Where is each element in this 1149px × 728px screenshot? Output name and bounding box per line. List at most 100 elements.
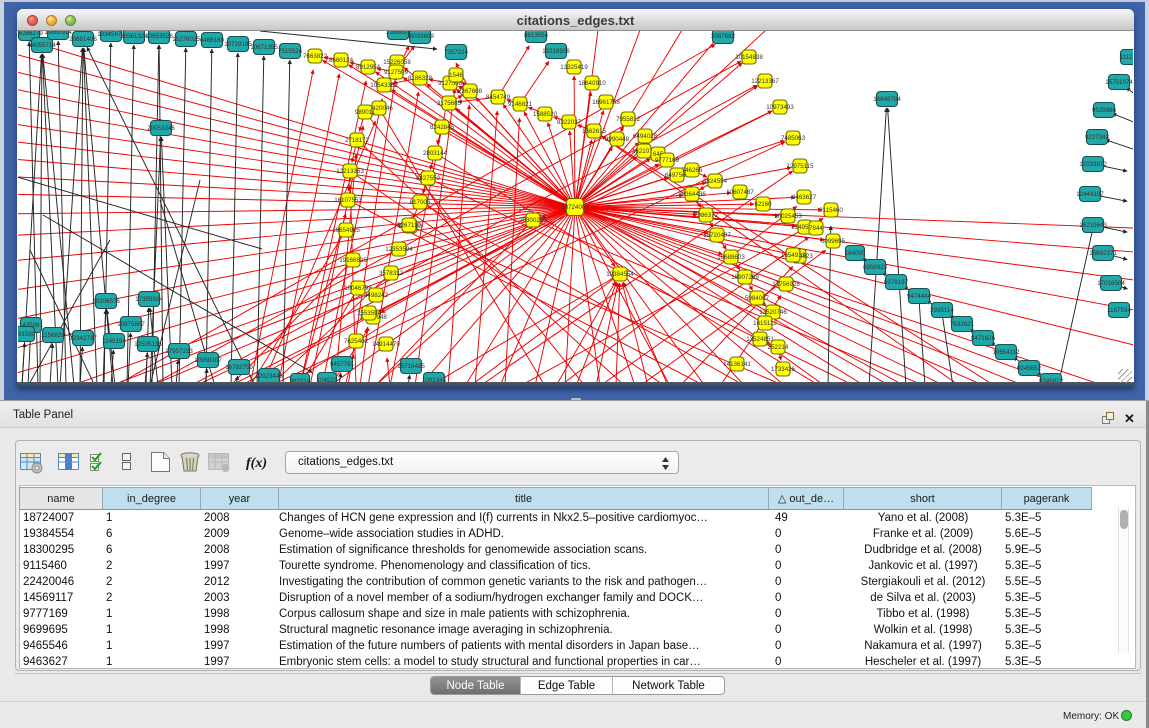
svg-text:14136141: 14136141 (723, 361, 751, 368)
svg-text:2718172: 2718172 (345, 137, 370, 144)
svg-text:7986372: 7986372 (694, 212, 719, 219)
svg-text:12975115: 12975115 (786, 163, 814, 170)
svg-text:9227343: 9227343 (1085, 134, 1110, 141)
svg-text:19654985: 19654985 (332, 227, 360, 234)
svg-text:62160: 62160 (754, 201, 772, 208)
svg-text:8912954: 8912954 (356, 64, 381, 71)
svg-text:9127509: 9127509 (384, 69, 409, 76)
svg-text:10973493: 10973493 (766, 104, 794, 111)
svg-text:18640910: 18640910 (578, 80, 606, 87)
svg-text:12033872: 12033872 (1079, 161, 1107, 168)
svg-text:17756928: 17756928 (772, 281, 800, 288)
svg-text:12444197: 12444197 (1076, 191, 1104, 198)
svg-text:12213363: 12213363 (336, 168, 364, 175)
svg-text:817006: 817006 (410, 199, 431, 206)
svg-text:28300295: 28300295 (519, 217, 547, 224)
svg-text:15692371: 15692371 (1089, 250, 1117, 257)
svg-text:1615112: 1615112 (753, 320, 777, 327)
svg-text:2803144: 2803144 (423, 150, 448, 157)
svg-text:17016504: 17016504 (1097, 280, 1125, 287)
svg-text:7663822: 7663822 (303, 53, 328, 60)
svg-text:18561324: 18561324 (120, 33, 148, 40)
svg-text:3824554: 3824554 (703, 178, 728, 185)
svg-text:10975887: 10975887 (117, 321, 145, 328)
svg-text:20206576: 20206576 (92, 298, 120, 305)
svg-text:3498242: 3498242 (364, 292, 389, 299)
svg-text:746266: 746266 (682, 167, 703, 174)
svg-text:8990448: 8990448 (605, 136, 630, 143)
svg-text:17957223: 17957223 (165, 348, 193, 355)
svg-text:10025453: 10025453 (774, 213, 802, 220)
svg-text:10543362: 10543362 (370, 82, 398, 89)
svg-text:8660124: 8660124 (329, 57, 354, 64)
svg-text:8471626: 8471626 (971, 335, 996, 342)
svg-text:19218506: 19218506 (542, 48, 570, 55)
svg-text:1546: 1546 (449, 72, 463, 79)
svg-text:13520746: 13520746 (759, 309, 787, 316)
svg-text:16210643: 16210643 (1079, 222, 1107, 229)
svg-text:9777169: 9777169 (655, 157, 680, 164)
svg-text:19860914: 19860914 (44, 31, 72, 36)
svg-text:3175685: 3175685 (437, 100, 462, 107)
svg-text:7515524: 7515524 (278, 48, 303, 55)
svg-text:10671355: 10671355 (250, 44, 278, 51)
svg-text:20691406: 20691406 (69, 36, 97, 43)
svg-text:18907269: 18907269 (731, 274, 759, 281)
svg-text:989011: 989011 (355, 109, 376, 116)
svg-text:10958107: 10958107 (194, 357, 222, 364)
svg-text:9115460: 9115460 (819, 207, 843, 214)
svg-text:1986091: 1986091 (386, 31, 411, 36)
svg-text:19166825: 19166825 (339, 257, 367, 264)
svg-text:8242845: 8242845 (430, 124, 455, 131)
svg-text:15751074: 15751074 (1105, 79, 1133, 86)
svg-text:9463627: 9463627 (792, 194, 817, 201)
svg-text:12213367: 12213367 (751, 78, 779, 85)
svg-text:1167534: 1167534 (1107, 307, 1131, 314)
svg-text:12505135: 12505135 (134, 341, 162, 348)
svg-text:16033809: 16033809 (406, 33, 434, 40)
svg-text:1553594: 1553594 (357, 310, 382, 317)
svg-text:6379197: 6379197 (884, 279, 909, 286)
svg-text:10654112: 10654112 (992, 349, 1020, 356)
svg-text:10154838: 10154838 (735, 54, 763, 61)
svg-text:10719185: 10719185 (224, 41, 252, 48)
svg-text:10688603: 10688603 (717, 254, 745, 261)
svg-text:391590: 391590 (18, 331, 36, 338)
svg-text:164095: 164095 (845, 250, 866, 257)
svg-text:20053346: 20053346 (147, 125, 175, 132)
svg-text:16286279: 16286279 (18, 31, 43, 37)
svg-text:5084067: 5084067 (745, 295, 770, 302)
svg-text:8813054: 8813054 (524, 32, 549, 39)
svg-text:2367608: 2367608 (458, 88, 483, 95)
svg-text:8322037: 8322037 (557, 119, 582, 126)
svg-text:9529966: 9529966 (1092, 107, 1117, 114)
svg-text:8427552: 8427552 (416, 175, 441, 182)
svg-text:6099695: 6099695 (821, 238, 846, 245)
svg-text:10607487: 10607487 (726, 189, 754, 196)
svg-text:10046798: 10046798 (344, 285, 372, 292)
svg-text:2935114: 2935114 (930, 307, 954, 314)
svg-text:12342737: 12342737 (69, 335, 97, 342)
svg-text:7632621: 7632621 (950, 321, 975, 328)
svg-text:7844: 7844 (809, 225, 823, 232)
svg-text:f(x): f(x) (246, 456, 267, 471)
svg-text:15716485: 15716485 (397, 363, 425, 370)
svg-text:8267110: 8267110 (397, 222, 421, 229)
svg-text:8186328: 8186328 (408, 75, 433, 82)
svg-text:7955812: 7955812 (616, 116, 641, 123)
svg-text:1733426: 1733426 (771, 366, 796, 373)
svg-text:18724007: 18724007 (561, 204, 589, 211)
svg-text:13524851: 13524851 (746, 336, 774, 343)
svg-text:16648784: 16648784 (873, 96, 901, 103)
svg-text:19384554: 19384554 (606, 271, 634, 278)
svg-text:7357224: 7357224 (444, 49, 469, 56)
svg-text:1145194: 1145194 (102, 338, 126, 345)
svg-text:13325419: 13325419 (560, 64, 588, 71)
svg-text:16961758: 16961758 (592, 99, 620, 106)
svg-text:16782759: 16782759 (225, 364, 253, 371)
svg-text:1156829: 1156829 (41, 332, 65, 339)
svg-text:14914479: 14914479 (372, 341, 400, 348)
svg-text:9474444: 9474444 (907, 293, 932, 300)
svg-text:1654913: 1654913 (781, 252, 806, 259)
svg-text:20364436: 20364436 (678, 191, 706, 198)
